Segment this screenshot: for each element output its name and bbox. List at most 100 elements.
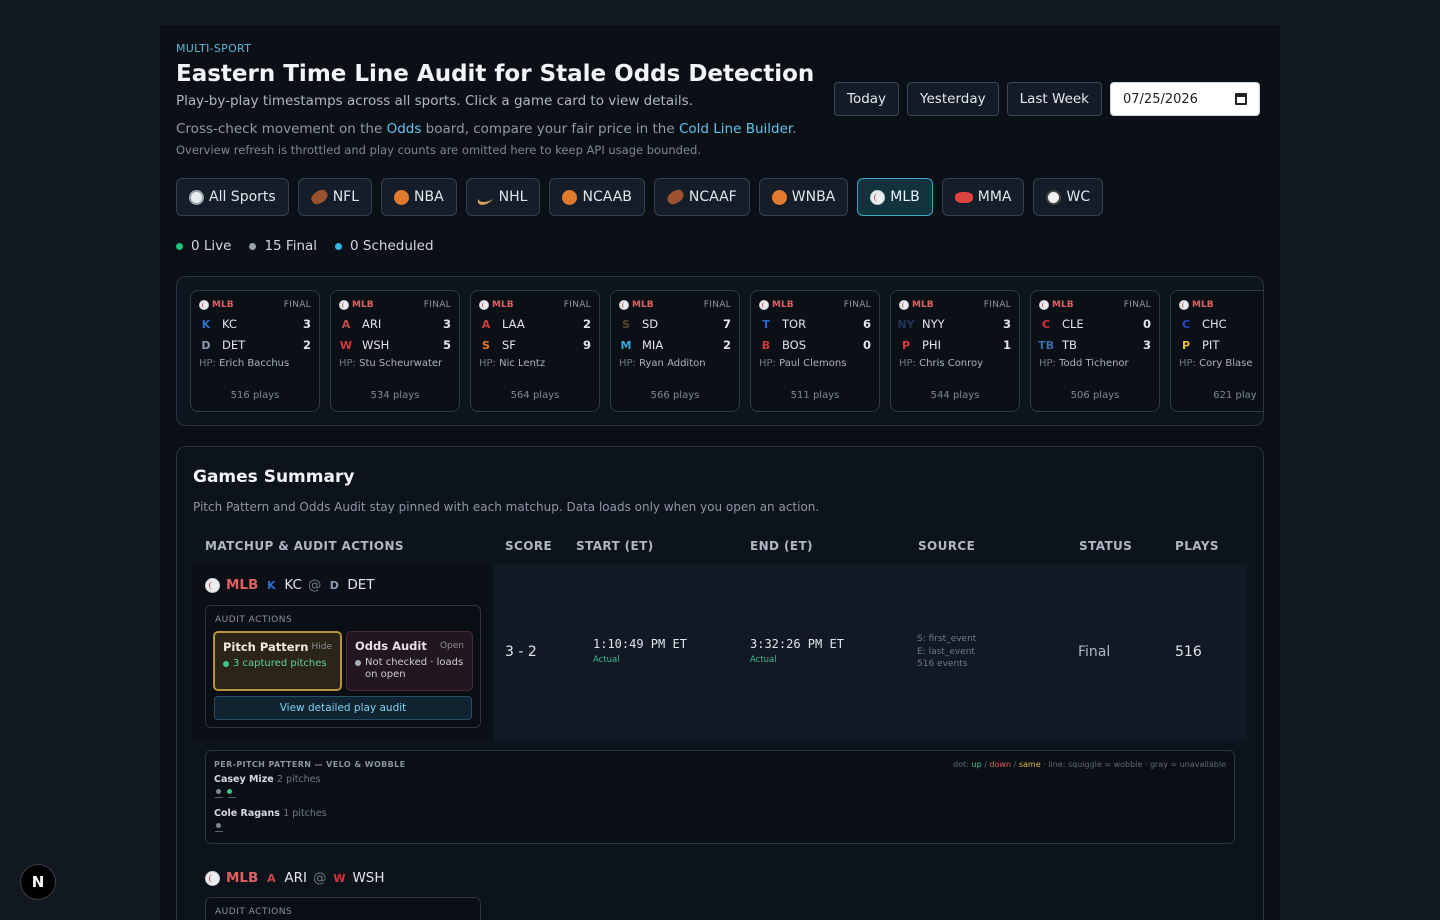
team-row: B BOS 0 — [759, 338, 871, 352]
source-start: S: first_event — [917, 634, 977, 644]
view-play-audit-button[interactable]: View detailed play audit — [214, 696, 472, 720]
team-abbr: SF — [502, 338, 516, 352]
card-league: MLB — [759, 300, 794, 310]
odds-audit-button[interactable]: Odds Audit Open Not checked · loads on o… — [346, 631, 473, 691]
last-week-button[interactable]: Last Week — [1006, 82, 1102, 116]
odds-audit-open[interactable]: Open — [440, 641, 464, 651]
game-card[interactable]: MLB FINAL NY NYY 3 P PHI 1 HP: Chris Con… — [890, 290, 1020, 412]
sport-filter-ncaab[interactable]: NCAAB — [549, 178, 645, 216]
status-counts: 0 Live 15 Final 0 Scheduled — [176, 238, 434, 254]
sport-filter-nfl[interactable]: NFL — [297, 178, 373, 216]
game-status: FINAL — [423, 300, 451, 310]
pitch-dot[interactable] — [216, 823, 221, 828]
pitch-dot[interactable] — [216, 789, 221, 794]
col-matchup: MATCHUP & AUDIT ACTIONS — [205, 539, 404, 553]
pitch-dot[interactable] — [227, 789, 232, 794]
pitch-pattern-button[interactable]: Pitch Pattern Hide 3 captured pitches — [213, 631, 342, 691]
game-card-strip[interactable]: MLB FINAL K KC 3 D DET 2 HP: Erich Bacch… — [176, 276, 1264, 426]
card-header: MLB FINAL — [1039, 300, 1151, 310]
throttle-note: Overview refresh is throttled and play c… — [176, 143, 701, 157]
wobble-line — [228, 797, 236, 798]
team-abbr: TOR — [782, 317, 807, 331]
game-card[interactable]: MLB C CHC P PIT HP: Cory Blase 621 play — [1170, 290, 1263, 412]
baseball-icon — [479, 300, 489, 310]
sport-label: NCAAF — [688, 189, 737, 205]
team-abbr: ARI — [362, 317, 382, 331]
play-count: 566 plays — [650, 390, 700, 401]
summary-title: Games Summary — [193, 467, 355, 487]
basketball-icon — [562, 189, 578, 205]
boxing-glove-icon — [954, 191, 973, 203]
source-events: 516 events — [917, 659, 968, 669]
league-label: MLB — [632, 300, 654, 310]
odds-audit-status: Not checked · loads on open — [365, 657, 464, 680]
home-plate-umpire: HP: Nic Lentz — [479, 358, 591, 369]
sport-filter-nhl[interactable]: NHL — [465, 178, 541, 216]
crosscheck-pre: Cross-check movement on the — [176, 121, 387, 137]
team-row: P PIT — [1179, 338, 1263, 352]
play-count: 511 plays — [790, 390, 840, 401]
cold-line-builder-link[interactable]: Cold Line Builder — [679, 121, 792, 137]
game-card[interactable]: MLB FINAL K KC 3 D DET 2 HP: Erich Bacch… — [190, 290, 320, 412]
game-card[interactable]: MLB FINAL A LAA 2 S SF 9 HP: Nic Lentz 5… — [470, 290, 600, 412]
next-dev-badge[interactable]: N — [20, 864, 56, 900]
end-time: 3:32:26 PM ET — [750, 637, 844, 651]
hp-label: HP: — [619, 358, 636, 369]
sport-label: MLB — [890, 189, 920, 205]
baseball-icon — [339, 300, 349, 310]
baseball-icon — [1039, 300, 1049, 310]
sport-filter-mlb[interactable]: MLB — [857, 178, 933, 216]
status-dot — [223, 660, 229, 667]
team-score: 0 — [862, 338, 871, 352]
game-card[interactable]: MLB FINAL S SD 7 M MIA 2 HP: Ryan Addito… — [610, 290, 740, 412]
team-abbr: WSH — [362, 338, 390, 352]
team-score: 2 — [302, 338, 311, 352]
umpire-name: Chris Conroy — [919, 358, 984, 369]
legend-prefix: dot: — [953, 760, 969, 769]
game-card[interactable]: MLB FINAL C CLE 0 TB TB 3 HP: Todd Tiche… — [1030, 290, 1160, 412]
sport-filter-mma[interactable]: MMA — [941, 178, 1025, 216]
hp-label: HP: — [199, 358, 216, 369]
league-label: MLB — [226, 577, 259, 593]
at-symbol: @ — [312, 870, 327, 886]
baseball-icon — [205, 870, 220, 886]
team-logo-icon: K — [201, 317, 211, 331]
game-card[interactable]: MLB FINAL A ARI 3 W WSH 5 HP: Stu Scheur… — [330, 290, 460, 412]
today-button[interactable]: Today — [834, 82, 900, 116]
sport-filter-wc[interactable]: WC — [1033, 178, 1104, 216]
game-card[interactable]: MLB FINAL T TOR 6 B BOS 0 HP: Paul Clemo… — [750, 290, 880, 412]
team-logo-icon: A — [341, 317, 351, 331]
football-icon — [308, 187, 330, 207]
calendar-icon[interactable] — [1235, 93, 1247, 105]
sport-filter-all[interactable]: All Sports — [176, 178, 289, 216]
col-plays: PLAYS — [1175, 539, 1219, 553]
audit-actions: AUDIT ACTIONS — [205, 897, 481, 920]
team-abbr: TB — [1062, 338, 1077, 352]
odds-link[interactable]: Odds — [387, 121, 422, 137]
baseball-icon — [759, 300, 769, 310]
date-input[interactable]: 07/25/2026 — [1110, 82, 1260, 116]
table-row[interactable]: MLB K KC @ D DET AUDIT ACTIONS Pitch Pat… — [193, 564, 1247, 741]
card-league: MLB — [479, 300, 514, 310]
audit-actions-label: AUDIT ACTIONS — [215, 907, 293, 917]
team-row: TB TB 3 — [1038, 338, 1151, 352]
yesterday-button[interactable]: Yesterday — [907, 82, 999, 116]
source-cell: S: first_event E: last_event 516 events — [917, 633, 976, 671]
date-value: 07/25/2026 — [1123, 91, 1198, 107]
team-abbr: NYY — [922, 317, 945, 331]
baseball-icon — [870, 189, 886, 205]
sport-filter-ncaaf[interactable]: NCAAF — [653, 178, 750, 216]
team-row: S SF 9 — [479, 338, 591, 352]
sport-filter-bar: All Sports NFL NBA NHL NCAAB NCAAF WNBA … — [176, 178, 1104, 216]
games-summary: Games Summary Pitch Pattern and Odds Aud… — [176, 446, 1264, 920]
team-score: 3 — [1002, 317, 1011, 331]
sport-label: NHL — [498, 189, 528, 205]
pitch-pattern-hide[interactable]: Hide — [311, 642, 332, 652]
team-abbr: LAA — [502, 317, 525, 331]
pitch-pattern-panel: PER-PITCH PATTERN — VELO & WOBBLE dot: u… — [205, 750, 1235, 844]
sport-filter-wnba[interactable]: WNBA — [758, 178, 849, 216]
sport-filter-nba[interactable]: NBA — [381, 178, 457, 216]
card-header: MLB FINAL — [339, 300, 451, 310]
pitcher-name: Casey Mize 2 pitches — [214, 774, 320, 785]
table-row[interactable]: MLB A ARI @ W WSH AUDIT ACTIONS — [193, 867, 493, 920]
